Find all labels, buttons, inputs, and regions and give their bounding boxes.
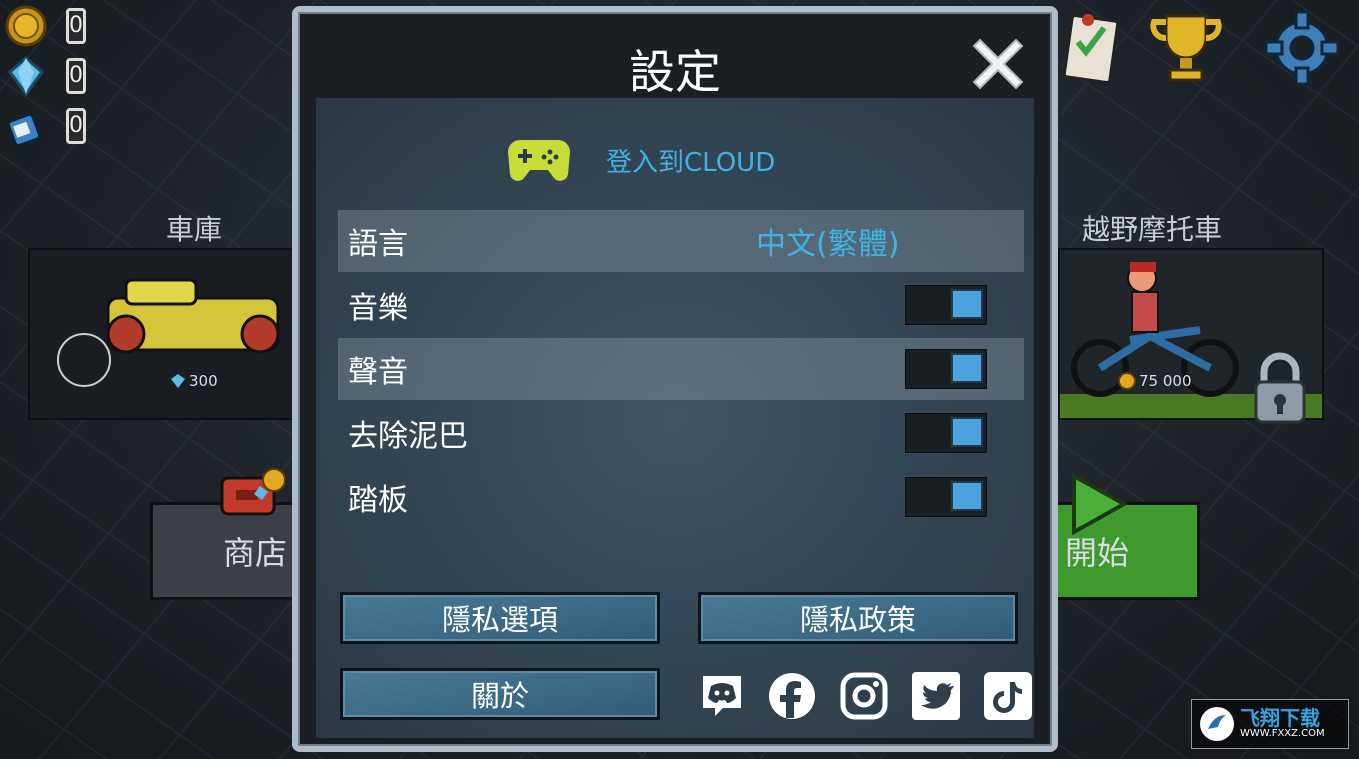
fuel-value: 0 [66, 108, 86, 144]
settings-panel: 登入到CLOUD 語言 中文(繁體) 音樂 聲音 去除泥巴 踏板 隱私選項 隱私… [316, 98, 1034, 738]
car-illustration [57, 278, 280, 387]
privacy-options-button[interactable]: 隱私選項 [340, 592, 660, 644]
hud-fuel: 0 [4, 104, 86, 148]
gamepad-icon [508, 140, 570, 181]
toggle-knob [951, 353, 983, 383]
privacy-options-label: 隱私選項 [441, 603, 558, 637]
shop-chest-icon [218, 466, 288, 522]
garage-card[interactable] [28, 248, 298, 420]
gems-value: 0 [66, 58, 86, 94]
pedal-label: 踏板 [348, 483, 408, 518]
coins-value: 0 [66, 8, 86, 44]
coin-icon [1118, 372, 1136, 390]
twitter-button[interactable] [912, 672, 960, 720]
language-row: 語言 中文(繁體) [338, 210, 1024, 272]
bike-price-value: 75 000 [1139, 372, 1192, 390]
cloud-login-label: 登入到CLOUD [606, 147, 776, 178]
toggle-knob [951, 289, 983, 319]
mud-toggle[interactable] [905, 413, 987, 453]
privacy-policy-button[interactable]: 隱私政策 [698, 592, 1018, 644]
coin-icon [4, 4, 48, 48]
about-button[interactable]: 關於 [340, 668, 660, 720]
settings-dialog: 設定 登入到CLOUD 語言 中文(繁體) 音樂 聲音 去除泥巴 踏板 隱私選項… [292, 6, 1058, 752]
fuel-can-icon [4, 104, 48, 148]
sound-label: 聲音 [348, 355, 408, 390]
trophy-icon[interactable] [1146, 8, 1226, 88]
gem-icon [4, 54, 48, 98]
watermark-url: WWW.FXXZ.COM [1240, 728, 1325, 740]
privacy-policy-label: 隱私政策 [799, 603, 916, 637]
hud-coins: 0 [4, 4, 86, 48]
sound-row: 聲音 [338, 338, 1024, 400]
hud-gems: 0 [4, 54, 86, 98]
sound-toggle[interactable] [905, 349, 987, 389]
checklist-icon[interactable] [1050, 8, 1130, 88]
mud-row: 去除泥巴 [338, 402, 1024, 464]
shop-label: 商店 [223, 534, 288, 572]
language-select[interactable]: 中文(繁體) [756, 219, 899, 263]
cloud-login-button[interactable]: 登入到CLOUD [506, 136, 775, 184]
facebook-button[interactable] [768, 672, 816, 720]
garage-price-value: 300 [189, 372, 218, 390]
bike-price: 75 000 [1118, 372, 1192, 390]
watermark-icon [1200, 707, 1234, 741]
watermark-logo: 飞翔下载 WWW.FXXZ.COM [1191, 699, 1349, 749]
language-label: 語言 [348, 227, 408, 262]
lock-icon [1250, 352, 1310, 430]
pedal-toggle[interactable] [905, 477, 987, 517]
facebook-icon [769, 673, 815, 719]
music-toggle[interactable] [905, 285, 987, 325]
play-arrow-icon [1068, 472, 1129, 540]
close-icon [972, 38, 1024, 90]
discord-button[interactable] [698, 672, 746, 720]
bike-label: 越野摩托車 [1082, 213, 1223, 246]
discord-icon [703, 676, 741, 716]
tiktok-icon [984, 672, 1032, 720]
mud-label: 去除泥巴 [348, 419, 468, 454]
music-row: 音樂 [338, 274, 1024, 336]
instagram-button[interactable] [840, 672, 888, 720]
garage-price: 300 [170, 372, 218, 390]
toggle-knob [951, 417, 983, 447]
music-label: 音樂 [348, 291, 408, 326]
gear-icon[interactable] [1262, 8, 1342, 88]
instagram-icon [840, 672, 888, 720]
toggle-knob [951, 481, 983, 511]
close-button[interactable] [964, 30, 1032, 98]
about-label: 關於 [470, 679, 529, 713]
watermark-text: 飞翔下载 [1240, 706, 1320, 731]
garage-label: 車庫 [166, 213, 223, 246]
twitter-icon [912, 672, 960, 720]
gem-icon [171, 374, 185, 388]
tiktok-button[interactable] [984, 672, 1032, 720]
pedal-row: 踏板 [338, 466, 1024, 528]
settings-title: 設定 [629, 45, 721, 99]
